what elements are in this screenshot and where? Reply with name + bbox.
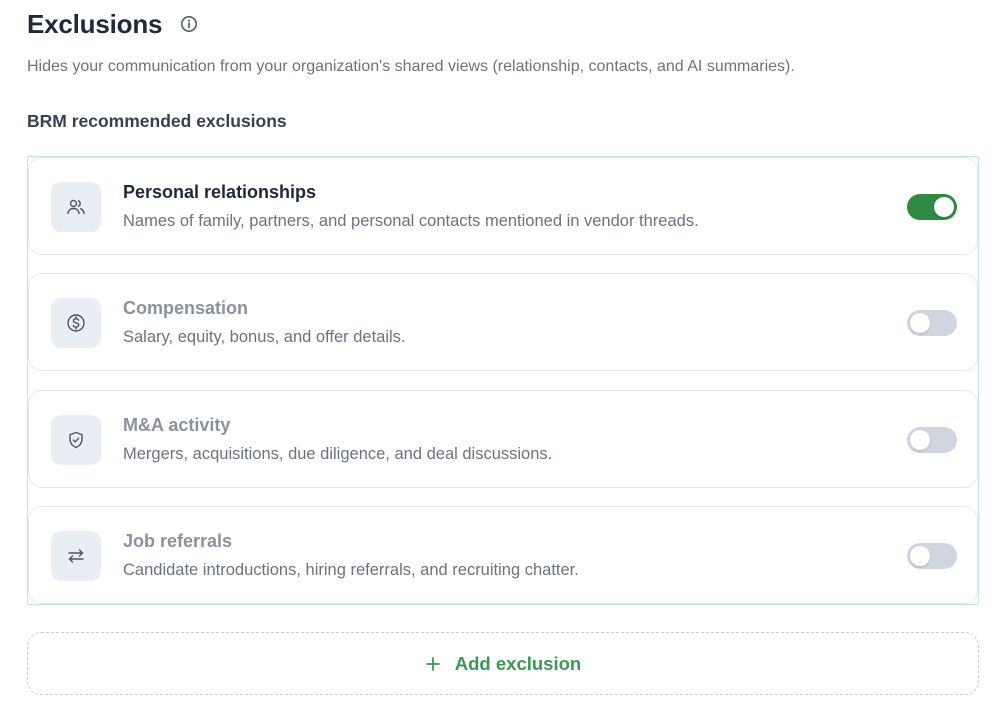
dollar-circle-icon — [66, 313, 86, 333]
compensation-toggle[interactable] — [907, 310, 957, 336]
card-icon-container — [51, 298, 101, 348]
exclusion-card-m-and-a-activity: M&A activity Mergers, acquisitions, due … — [28, 390, 978, 488]
info-icon[interactable] — [180, 15, 198, 33]
personal-relationships-toggle[interactable] — [907, 194, 957, 220]
toggle-knob — [910, 546, 930, 566]
card-title: Personal relationships — [123, 182, 317, 202]
section-heading: BRM recommended exclusions — [27, 111, 287, 131]
shield-check-icon — [66, 430, 86, 450]
exclusion-card-personal-relationships: Personal relationships Names of family, … — [28, 157, 978, 255]
card-description: Names of family, partners, and personal … — [123, 212, 699, 230]
toggle-knob — [910, 313, 930, 333]
card-description: Mergers, acquisitions, due diligence, an… — [123, 445, 553, 463]
card-icon-container — [51, 531, 101, 581]
exclusion-list: Personal relationships Names of family, … — [27, 156, 979, 605]
exclusion-card-job-referrals: Job referrals Candidate introductions, h… — [28, 506, 978, 604]
toggle-knob — [934, 197, 954, 217]
card-title: Compensation — [123, 298, 249, 318]
add-exclusion-button[interactable]: Add exclusion — [27, 632, 979, 695]
card-description: Salary, equity, bonus, and offer details… — [123, 328, 406, 346]
arrows-swap-icon — [66, 546, 86, 566]
job-referrals-toggle[interactable] — [907, 543, 957, 569]
card-title: Job referrals — [123, 531, 233, 551]
exclusion-card-compensation: Compensation Salary, equity, bonus, and … — [28, 273, 978, 371]
page-title: Exclusions — [27, 8, 163, 39]
card-icon-container — [51, 182, 101, 232]
m-and-a-activity-toggle[interactable] — [907, 427, 957, 453]
toggle-knob — [910, 430, 930, 450]
title-row: Exclusions — [27, 6, 198, 42]
users-icon — [66, 197, 86, 217]
card-description: Candidate introductions, hiring referral… — [123, 561, 579, 579]
card-title: M&A activity — [123, 415, 231, 435]
card-icon-container — [51, 415, 101, 465]
plus-icon — [425, 656, 441, 672]
page-subtitle: Hides your communication from your organ… — [27, 58, 795, 75]
add-exclusion-label: Add exclusion — [454, 652, 582, 674]
